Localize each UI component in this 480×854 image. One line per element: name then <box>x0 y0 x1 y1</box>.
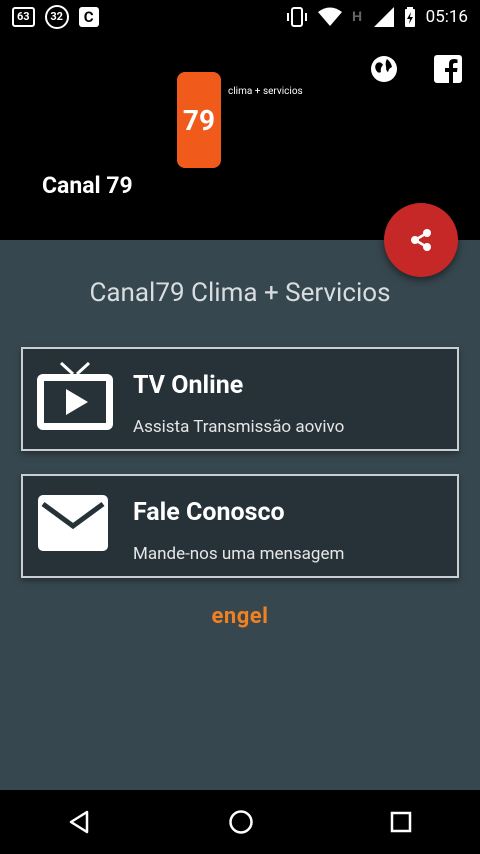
h-network-icon: H <box>352 8 362 24</box>
channel-title: Canal 79 <box>42 172 133 199</box>
status-bar: 63 32 C H 05:16 <box>0 0 480 34</box>
home-icon[interactable] <box>228 809 254 835</box>
notification-badge-3: C <box>78 7 99 27</box>
tv-play-icon <box>37 361 113 430</box>
notification-badge-1: 63 <box>12 7 35 27</box>
logo-tagline: clima + servicios <box>228 86 303 97</box>
vibrate-icon <box>286 7 307 27</box>
share-button[interactable] <box>384 203 458 277</box>
notification-badge-2: 32 <box>44 5 69 29</box>
globe-icon[interactable] <box>369 54 399 84</box>
signal-icon <box>373 7 394 27</box>
wifi-icon <box>317 7 342 26</box>
status-time: 05:16 <box>425 7 468 27</box>
navigation-bar <box>0 790 480 854</box>
recents-icon[interactable] <box>389 810 413 834</box>
fale-conosco-card[interactable]: Fale Conosco Mande-nos uma mensagem <box>21 474 459 578</box>
svg-text:H: H <box>352 8 362 24</box>
envelope-icon <box>38 495 108 551</box>
card-subtitle: Assista Transmissão aovivo <box>133 417 345 437</box>
page-subtitle: Canal79 Clima + Servicios <box>89 278 391 308</box>
tv-online-card[interactable]: TV Online Assista Transmissão aovivo <box>21 347 459 451</box>
brand-logo: engel <box>211 604 269 629</box>
share-icon <box>411 229 431 251</box>
card-title: TV Online <box>133 371 244 400</box>
channel-logo: 79 <box>177 72 221 168</box>
facebook-icon[interactable] <box>433 54 463 84</box>
back-icon[interactable] <box>67 809 93 835</box>
card-subtitle: Mande-nos uma mensagem <box>133 544 345 564</box>
card-title: Fale Conosco <box>133 498 285 527</box>
battery-icon <box>404 7 415 27</box>
